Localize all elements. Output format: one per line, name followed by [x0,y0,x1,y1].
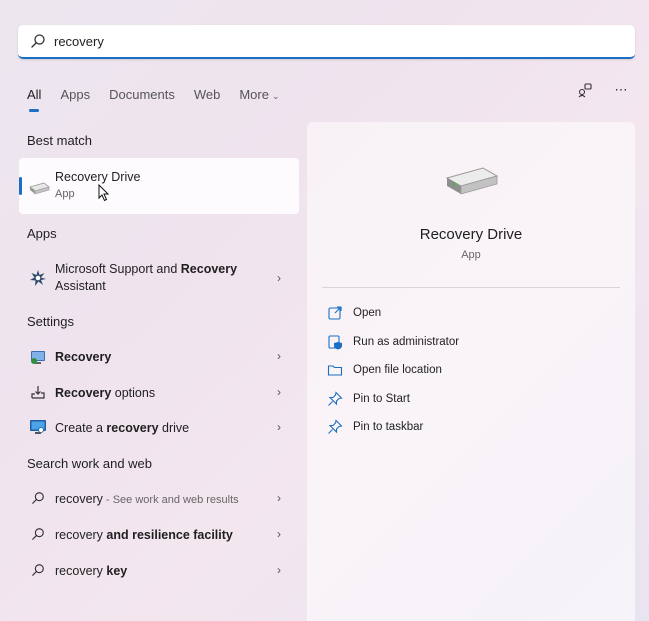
settings-item-label-rest: options [111,386,156,400]
best-match-recovery-drive[interactable]: Recovery Drive App [19,158,299,214]
action-pin-to-start[interactable]: Pin to Start [327,390,410,408]
action-label: Open [353,307,382,319]
app-item-label-part1: Microsoft Support and [55,262,181,276]
chevron-right-icon[interactable]: › [277,420,281,434]
search-icon [32,528,44,540]
settings-item-create-recovery-drive[interactable]: Create a recovery drive › [19,417,299,441]
app-item-label: Microsoft Support and Recovery Assistant [55,261,237,295]
create-recovery-drive-icon [30,420,46,434]
chevron-right-icon[interactable]: › [277,527,281,541]
action-label: Pin to Start [353,393,410,405]
web-item-label: recovery key [55,563,127,580]
chevron-down-icon: ⌄ [271,90,280,101]
settings-item-label-bold: Recovery [55,386,112,400]
open-icon [328,306,342,320]
settings-item-label-rest: drive [158,421,190,435]
search-icon [32,492,44,504]
search-icon [31,34,45,48]
selection-indicator [19,177,22,195]
web-item-label: recovery - See work and web results [55,491,239,509]
tab-web[interactable]: Web [194,87,221,104]
action-label: Pin to taskbar [353,421,424,433]
app-item-label-bold: Recovery [180,262,238,276]
settings-item-label-bold: recovery [106,421,159,435]
action-run-as-administrator[interactable]: Run as administrator [327,333,459,351]
web-item-recovery[interactable]: recovery - See work and web results › [19,488,299,512]
account-switch-icon[interactable] [575,80,595,100]
web-item-label-bold: key [106,564,128,578]
pin-icon [328,391,343,406]
web-item-label-plain: recovery [55,492,103,506]
settings-item-recovery[interactable]: Recovery › [19,346,299,370]
section-best-match: Best match [27,133,93,148]
settings-item-label: Recovery options [55,385,155,402]
action-pin-to-taskbar[interactable]: Pin to taskbar [327,418,423,436]
search-box[interactable] [18,25,635,59]
best-match-type: App [55,188,75,200]
search-input[interactable] [54,31,614,51]
settings-item-label: Create a recovery drive [55,420,189,437]
tab-apps[interactable]: Apps [60,87,90,104]
web-item-label-plain: recovery [55,528,107,542]
search-icon [32,564,44,576]
best-match-name: Recovery Drive [55,170,141,184]
recovery-settings-icon [31,351,45,364]
app-item-label-line2: Assistant [55,279,106,293]
web-item-recovery-key[interactable]: recovery key › [19,560,299,584]
web-item-label-bold: and resilience facility [106,528,233,542]
chevron-right-icon[interactable]: › [277,385,281,399]
section-search-web: Search work and web [27,456,153,471]
section-apps: Apps [27,226,57,241]
recovery-options-icon [31,386,45,399]
tab-documents[interactable]: Documents [109,87,175,104]
web-item-label-plain: recovery [55,564,107,578]
support-assistant-icon [30,270,46,286]
action-open-file-location[interactable]: Open file location [327,361,442,379]
shield-icon [328,335,342,350]
detail-panel: Recovery Drive App Open Run as administr… [307,122,635,621]
detail-type: App [461,249,481,261]
tab-more[interactable]: More ⌄ [239,87,279,104]
settings-item-label: Recovery [55,349,111,366]
drive-icon [29,182,50,195]
pin-icon [328,419,343,434]
chevron-right-icon[interactable]: › [277,491,281,505]
settings-item-label-bold: Recovery [55,350,112,364]
top-icons: ⋯ [559,80,631,100]
mouse-cursor-icon [98,184,110,202]
tab-more-label: More [239,86,269,102]
web-item-label-hint: - See work and web results [102,494,239,506]
tab-all[interactable]: All [27,87,41,112]
chevron-right-icon[interactable]: › [277,271,281,285]
chevron-right-icon[interactable]: › [277,563,281,577]
detail-title: Recovery Drive [419,226,523,243]
more-options-icon[interactable]: ⋯ [611,80,631,100]
section-settings: Settings [27,314,74,329]
app-item-support-assistant[interactable]: Microsoft Support and Recovery Assistant… [19,258,299,298]
action-label: Open file location [353,364,442,376]
filter-tabs: All Apps Documents Web More ⌄ [27,83,299,112]
drive-icon [445,167,499,195]
web-item-recovery-resilience[interactable]: recovery and resilience facility › [19,524,299,548]
chevron-right-icon[interactable]: › [277,349,281,363]
web-item-label: recovery and resilience facility [55,527,233,544]
settings-item-label-pre: Create a [55,421,107,435]
settings-item-recovery-options[interactable]: Recovery options › [19,382,299,406]
action-open[interactable]: Open [327,304,381,322]
divider [322,287,620,288]
action-label: Run as administrator [353,336,460,348]
folder-icon [327,365,343,376]
